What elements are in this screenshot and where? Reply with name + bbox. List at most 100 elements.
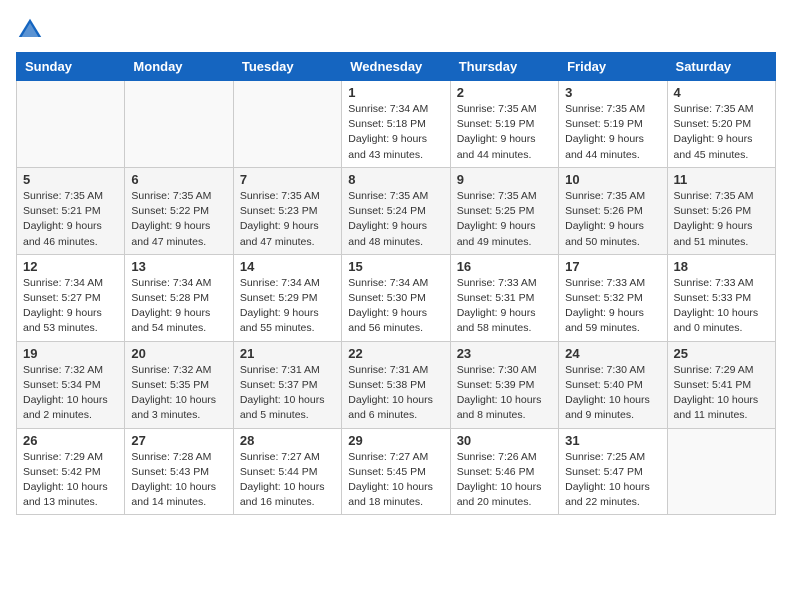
calendar-cell: 19 Sunrise: 7:32 AM Sunset: 5:34 PM Dayli… — [17, 341, 125, 428]
day-number: 12 — [23, 259, 118, 274]
day-number: 28 — [240, 433, 335, 448]
day-info: Sunrise: 7:29 AM Sunset: 5:41 PM Dayligh… — [674, 363, 769, 424]
page-header — [16, 16, 776, 44]
day-number: 25 — [674, 346, 769, 361]
day-number: 11 — [674, 172, 769, 187]
day-header-tuesday: Tuesday — [233, 53, 341, 81]
calendar-cell: 18 Sunrise: 7:33 AM Sunset: 5:33 PM Dayli… — [667, 254, 775, 341]
day-header-wednesday: Wednesday — [342, 53, 450, 81]
calendar-cell: 14 Sunrise: 7:34 AM Sunset: 5:29 PM Dayli… — [233, 254, 341, 341]
calendar-cell: 3Sunrise: 7:35 AM Sunset: 5:19 PM Daylig… — [559, 81, 667, 168]
day-info: Sunrise: 7:27 AM Sunset: 5:44 PM Dayligh… — [240, 450, 335, 511]
day-info: Sunrise: 7:30 AM Sunset: 5:39 PM Dayligh… — [457, 363, 552, 424]
day-number: 22 — [348, 346, 443, 361]
day-number: 5 — [23, 172, 118, 187]
day-number: 26 — [23, 433, 118, 448]
day-header-saturday: Saturday — [667, 53, 775, 81]
day-info: Sunrise: 7:35 AM Sunset: 5:25 PM Dayligh… — [457, 189, 552, 250]
calendar-cell: 23 Sunrise: 7:30 AM Sunset: 5:39 PM Dayli… — [450, 341, 558, 428]
calendar-cell: 24Sunrise: 7:30 AM Sunset: 5:40 PM Dayli… — [559, 341, 667, 428]
day-info: Sunrise: 7:34 AM Sunset: 5:29 PM Dayligh… — [240, 276, 335, 337]
day-info: Sunrise: 7:31 AM Sunset: 5:38 PM Dayligh… — [348, 363, 443, 424]
logo-icon — [16, 16, 44, 44]
calendar-cell: 8 Sunrise: 7:35 AM Sunset: 5:24 PM Daylig… — [342, 167, 450, 254]
calendar-table: SundayMondayTuesdayWednesdayThursdayFrid… — [16, 52, 776, 515]
day-number: 14 — [240, 259, 335, 274]
day-info: Sunrise: 7:30 AM Sunset: 5:40 PM Dayligh… — [565, 363, 660, 424]
day-number: 17 — [565, 259, 660, 274]
calendar-cell: 25 Sunrise: 7:29 AM Sunset: 5:41 PM Dayli… — [667, 341, 775, 428]
calendar-cell: 7 Sunrise: 7:35 AM Sunset: 5:23 PM Daylig… — [233, 167, 341, 254]
day-info: Sunrise: 7:35 AM Sunset: 5:26 PM Dayligh… — [565, 189, 660, 250]
day-info: Sunrise: 7:35 AM Sunset: 5:19 PM Dayligh… — [457, 102, 552, 163]
day-number: 7 — [240, 172, 335, 187]
day-info: Sunrise: 7:35 AM Sunset: 5:26 PM Dayligh… — [674, 189, 769, 250]
day-info: Sunrise: 7:35 AM Sunset: 5:20 PM Dayligh… — [674, 102, 769, 163]
logo — [16, 16, 48, 44]
day-number: 2 — [457, 85, 552, 100]
day-info: Sunrise: 7:35 AM Sunset: 5:24 PM Dayligh… — [348, 189, 443, 250]
calendar-cell: 21 Sunrise: 7:31 AM Sunset: 5:37 PM Dayli… — [233, 341, 341, 428]
calendar-cell: 11 Sunrise: 7:35 AM Sunset: 5:26 PM Dayli… — [667, 167, 775, 254]
calendar-cell: 12Sunrise: 7:34 AM Sunset: 5:27 PM Dayli… — [17, 254, 125, 341]
day-number: 19 — [23, 346, 118, 361]
day-number: 23 — [457, 346, 552, 361]
day-info: Sunrise: 7:34 AM Sunset: 5:30 PM Dayligh… — [348, 276, 443, 337]
day-number: 4 — [674, 85, 769, 100]
day-info: Sunrise: 7:29 AM Sunset: 5:42 PM Dayligh… — [23, 450, 118, 511]
day-number: 15 — [348, 259, 443, 274]
day-info: Sunrise: 7:27 AM Sunset: 5:45 PM Dayligh… — [348, 450, 443, 511]
calendar-cell: 26 Sunrise: 7:29 AM Sunset: 5:42 PM Dayli… — [17, 428, 125, 515]
calendar-cell — [17, 81, 125, 168]
day-info: Sunrise: 7:34 AM Sunset: 5:18 PM Dayligh… — [348, 102, 443, 163]
calendar-cell: 22 Sunrise: 7:31 AM Sunset: 5:38 PM Dayli… — [342, 341, 450, 428]
day-info: Sunrise: 7:31 AM Sunset: 5:37 PM Dayligh… — [240, 363, 335, 424]
calendar-cell: 17 Sunrise: 7:33 AM Sunset: 5:32 PM Dayli… — [559, 254, 667, 341]
day-number: 10 — [565, 172, 660, 187]
day-header-monday: Monday — [125, 53, 233, 81]
day-number: 3 — [565, 85, 660, 100]
day-number: 6 — [131, 172, 226, 187]
day-number: 1 — [348, 85, 443, 100]
day-number: 21 — [240, 346, 335, 361]
day-number: 18 — [674, 259, 769, 274]
calendar-cell: 10 Sunrise: 7:35 AM Sunset: 5:26 PM Dayli… — [559, 167, 667, 254]
day-info: Sunrise: 7:26 AM Sunset: 5:46 PM Dayligh… — [457, 450, 552, 511]
day-info: Sunrise: 7:28 AM Sunset: 5:43 PM Dayligh… — [131, 450, 226, 511]
day-header-thursday: Thursday — [450, 53, 558, 81]
calendar-cell: 5 Sunrise: 7:35 AM Sunset: 5:21 PM Daylig… — [17, 167, 125, 254]
day-number: 8 — [348, 172, 443, 187]
day-info: Sunrise: 7:34 AM Sunset: 5:28 PM Dayligh… — [131, 276, 226, 337]
day-number: 16 — [457, 259, 552, 274]
day-number: 9 — [457, 172, 552, 187]
day-info: Sunrise: 7:32 AM Sunset: 5:35 PM Dayligh… — [131, 363, 226, 424]
calendar-cell: 16Sunrise: 7:33 AM Sunset: 5:31 PM Dayli… — [450, 254, 558, 341]
calendar-cell: 27 Sunrise: 7:28 AM Sunset: 5:43 PM Dayli… — [125, 428, 233, 515]
day-number: 29 — [348, 433, 443, 448]
calendar-cell: 30 Sunrise: 7:26 AM Sunset: 5:46 PM Dayli… — [450, 428, 558, 515]
calendar-cell: 28 Sunrise: 7:27 AM Sunset: 5:44 PM Dayli… — [233, 428, 341, 515]
calendar-cell: 4 Sunrise: 7:35 AM Sunset: 5:20 PM Daylig… — [667, 81, 775, 168]
calendar-cell: 1 Sunrise: 7:34 AM Sunset: 5:18 PM Daylig… — [342, 81, 450, 168]
day-info: Sunrise: 7:32 AM Sunset: 5:34 PM Dayligh… — [23, 363, 118, 424]
day-number: 30 — [457, 433, 552, 448]
calendar-cell — [125, 81, 233, 168]
day-header-friday: Friday — [559, 53, 667, 81]
calendar-cell — [667, 428, 775, 515]
calendar-cell: 29 Sunrise: 7:27 AM Sunset: 5:45 PM Dayli… — [342, 428, 450, 515]
day-info: Sunrise: 7:35 AM Sunset: 5:21 PM Dayligh… — [23, 189, 118, 250]
day-number: 31 — [565, 433, 660, 448]
calendar-cell — [233, 81, 341, 168]
day-number: 13 — [131, 259, 226, 274]
calendar-cell: 6 Sunrise: 7:35 AM Sunset: 5:22 PM Daylig… — [125, 167, 233, 254]
day-number: 27 — [131, 433, 226, 448]
calendar-cell: 20 Sunrise: 7:32 AM Sunset: 5:35 PM Dayli… — [125, 341, 233, 428]
calendar-cell: 9 Sunrise: 7:35 AM Sunset: 5:25 PM Daylig… — [450, 167, 558, 254]
day-number: 20 — [131, 346, 226, 361]
day-info: Sunrise: 7:35 AM Sunset: 5:22 PM Dayligh… — [131, 189, 226, 250]
day-info: Sunrise: 7:35 AM Sunset: 5:23 PM Dayligh… — [240, 189, 335, 250]
day-info: Sunrise: 7:25 AM Sunset: 5:47 PM Dayligh… — [565, 450, 660, 511]
day-info: Sunrise: 7:33 AM Sunset: 5:33 PM Dayligh… — [674, 276, 769, 337]
day-info: Sunrise: 7:33 AM Sunset: 5:32 PM Dayligh… — [565, 276, 660, 337]
calendar-cell: 2 Sunrise: 7:35 AM Sunset: 5:19 PM Daylig… — [450, 81, 558, 168]
